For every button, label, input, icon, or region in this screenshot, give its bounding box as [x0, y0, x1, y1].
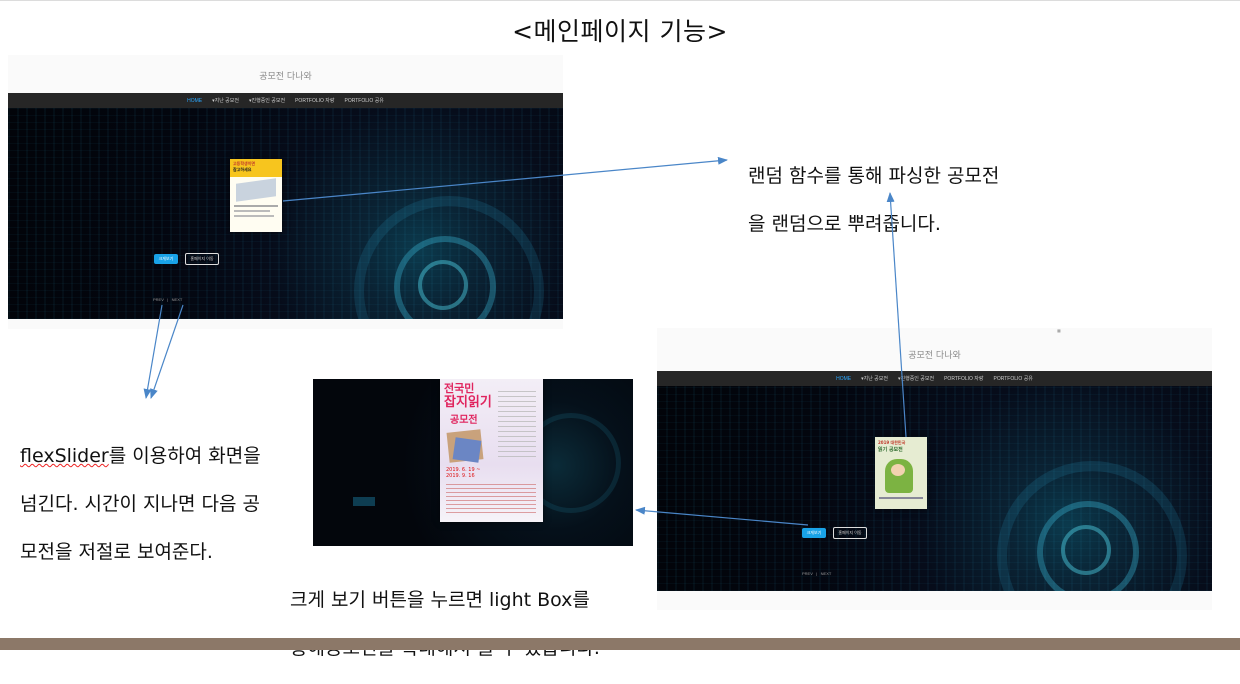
- arrow-button-to-lightbox: [635, 506, 809, 526]
- arrow-poster-to-random-note: [282, 156, 728, 202]
- annotation-arrows: [143, 156, 907, 526]
- arrow-next-to-flex-note: [150, 304, 184, 399]
- arrow-prev-to-flex-note: [143, 304, 163, 399]
- arrow-poster2-to-random-note: [886, 192, 907, 438]
- bottom-band: [0, 638, 1240, 650]
